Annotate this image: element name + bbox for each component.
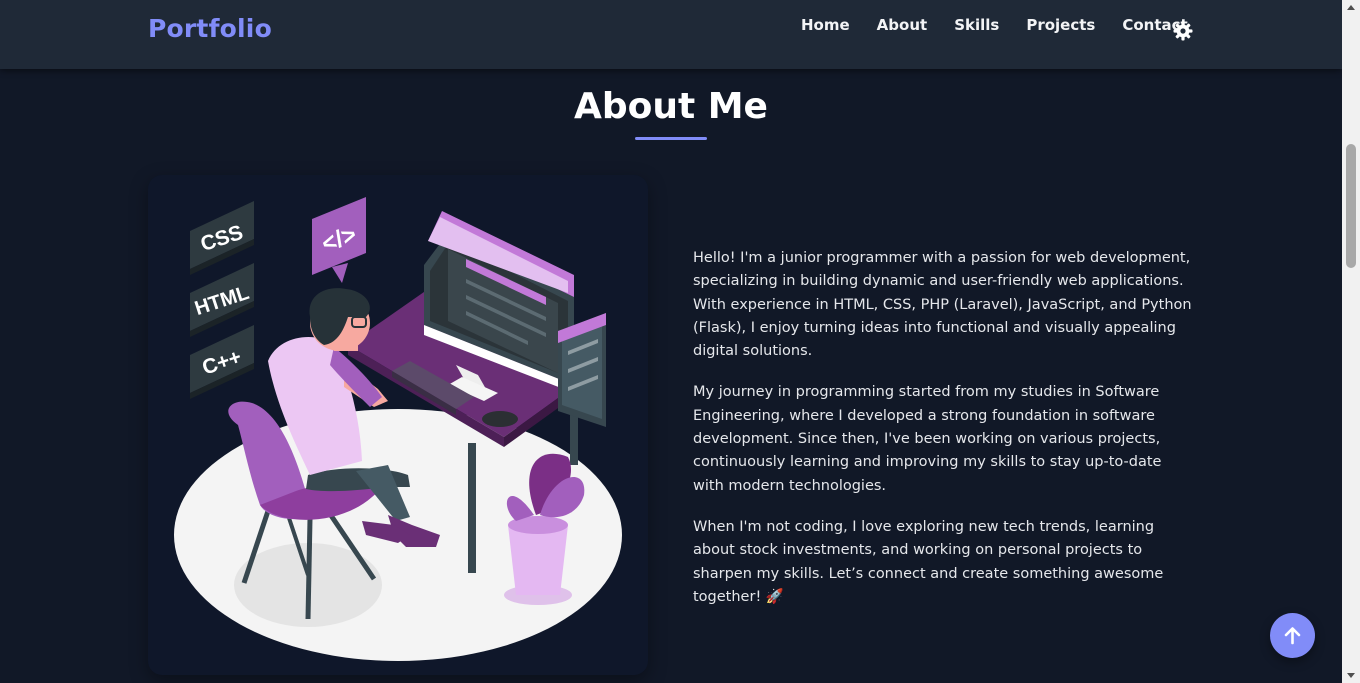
cpp-badge: C++ xyxy=(190,325,254,399)
nav-link-skills[interactable]: Skills xyxy=(954,16,999,34)
about-paragraph-3: When I'm not coding, I love exploring ne… xyxy=(693,518,1164,605)
scroll-down-arrow-icon[interactable] xyxy=(1342,667,1360,683)
programmer-illustration: CSS HTML C++ </> xyxy=(174,197,622,661)
title-underline xyxy=(635,137,707,140)
scroll-up-arrow-icon[interactable] xyxy=(1342,0,1360,16)
scrollbar-thumb[interactable] xyxy=(1346,144,1356,268)
page-scrollbar[interactable] xyxy=(1342,0,1360,683)
about-paragraph-2: My journey in programming started from m… xyxy=(693,384,1162,494)
css-badge: CSS xyxy=(190,201,254,275)
brand-logo[interactable]: Portfolio xyxy=(148,14,272,43)
navbar: Portfolio Home About Skills Projects Con… xyxy=(0,0,1342,69)
scroll-to-top-button[interactable] xyxy=(1270,613,1315,658)
illustration-card: CSS HTML C++ </> xyxy=(148,175,648,675)
nav-link-about[interactable]: About xyxy=(877,16,928,34)
nav-link-home[interactable]: Home xyxy=(801,16,850,34)
about-paragraph-1: Hello! I'm a junior programmer with a pa… xyxy=(693,250,1192,360)
gear-icon xyxy=(1173,21,1193,41)
nav-links: Home About Skills Projects Contact xyxy=(801,16,1188,34)
section-title: About Me xyxy=(574,86,768,127)
code-bubble-icon: </> xyxy=(312,197,366,283)
nav-link-projects[interactable]: Projects xyxy=(1026,16,1095,34)
arrow-up-icon xyxy=(1284,627,1301,645)
html-badge: HTML xyxy=(190,263,254,337)
theme-toggle-button[interactable] xyxy=(1173,21,1193,41)
about-text: Hello! I'm a junior programmer with a pa… xyxy=(693,247,1193,627)
